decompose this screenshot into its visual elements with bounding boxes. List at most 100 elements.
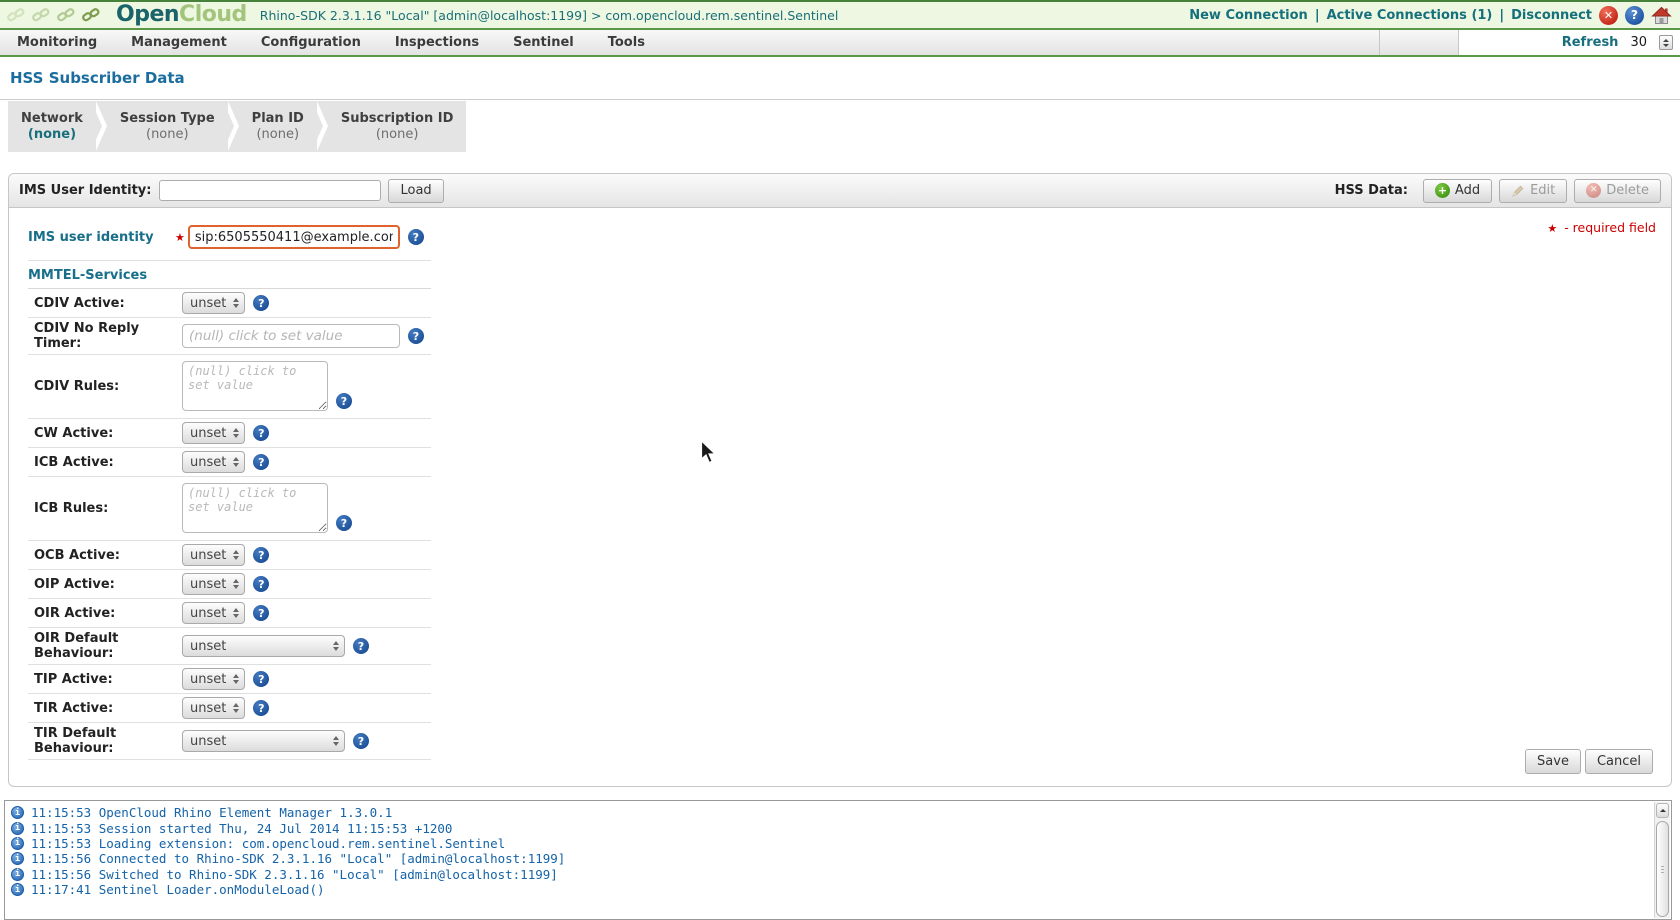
step-session-type[interactable]: Session Type (none)	[107, 101, 228, 152]
new-connection-link[interactable]: New Connection	[1189, 8, 1308, 23]
field-label: TIP Active:	[34, 671, 113, 687]
stepper-up-icon	[1663, 38, 1669, 42]
load-button[interactable]: Load	[388, 178, 444, 203]
help-icon[interactable]: ?	[253, 671, 270, 687]
ims-user-identity-search-input[interactable]	[159, 180, 382, 201]
log-scrollbar[interactable]	[1654, 802, 1670, 918]
step-value: (none)	[375, 126, 419, 142]
form-row-tir-default-behaviour: TIR Default Behaviour: unset ?	[28, 723, 431, 760]
field-label: ICB Active:	[34, 454, 114, 470]
tir-default-behaviour-select[interactable]: unset	[182, 730, 345, 752]
cdiv-active-select[interactable]: unset	[182, 292, 246, 314]
spinner-arrows-icon	[233, 674, 240, 684]
form-row-tip-active: TIP Active: unset ?	[28, 665, 431, 694]
info-icon: i	[11, 821, 24, 835]
add-button[interactable]: + Add	[1422, 178, 1493, 203]
form-row-cw-active: CW Active: unset ?	[28, 419, 431, 448]
scrollbar-thumb[interactable]	[1656, 821, 1669, 917]
spinner-arrows-icon	[233, 457, 240, 467]
form-row-icb-active: ICB Active: unset ?	[28, 448, 431, 477]
ims-user-identity-value-input[interactable]	[187, 225, 400, 249]
cw-active-select[interactable]: unset	[182, 422, 246, 444]
menu-inspections[interactable]: Inspections	[378, 35, 496, 50]
field-label: CDIV Rules:	[34, 378, 120, 394]
form-row-oip-active: OIP Active: unset ?	[28, 570, 431, 599]
help-icon[interactable]: ?	[253, 425, 270, 441]
scrollbar-up-button[interactable]	[1656, 803, 1669, 818]
cdiv-rules-textarea[interactable]	[182, 361, 328, 411]
active-connections-link[interactable]: Active Connections (1)	[1327, 8, 1493, 23]
tir-active-select[interactable]: unset	[182, 697, 246, 719]
help-icon[interactable]: ?	[353, 638, 369, 654]
menu-configuration[interactable]: Configuration	[244, 35, 378, 50]
refresh-interval-value[interactable]: 30	[1630, 35, 1647, 50]
save-button[interactable]: Save	[1525, 749, 1581, 774]
menu-management[interactable]: Management	[114, 35, 244, 50]
form-row-oir-default-behaviour: OIR Default Behaviour: unset ?	[28, 628, 431, 665]
step-subscription-id[interactable]: Subscription ID (none)	[328, 101, 467, 152]
help-icon[interactable]: ?	[336, 393, 352, 409]
refresh-link[interactable]: Refresh	[1562, 35, 1619, 50]
help-icon[interactable]: ?	[253, 576, 270, 592]
spinner-arrows-icon	[233, 550, 240, 560]
icb-rules-textarea[interactable]	[182, 483, 328, 533]
form-actions: Save Cancel	[1525, 749, 1653, 774]
help-icon[interactable]: ?	[407, 229, 424, 245]
help-icon[interactable]: ?	[408, 328, 424, 344]
form-row-icb-rules: ICB Rules: ?	[28, 477, 431, 541]
info-icon: i	[11, 867, 24, 881]
help-icon[interactable]: ?	[253, 295, 270, 311]
field-label: TIR Active:	[34, 700, 114, 716]
edit-button[interactable]: Edit	[1499, 178, 1568, 203]
cdiv-no-reply-timer-input[interactable]	[182, 324, 400, 348]
oir-active-select[interactable]: unset	[182, 602, 246, 624]
help-icon[interactable]: ?	[253, 454, 270, 470]
menu-sentinel[interactable]: Sentinel	[496, 35, 591, 50]
step-value: (none)	[146, 126, 189, 142]
tip-active-select[interactable]: unset	[182, 668, 246, 690]
help-icon[interactable]: ?	[1625, 5, 1644, 25]
step-plan-id[interactable]: Plan ID (none)	[239, 101, 317, 152]
spinner-arrows-icon	[233, 428, 240, 438]
log-line: i 11:15:56 Switched to Rhino-SDK 2.3.1.16…	[11, 867, 1651, 882]
add-icon: +	[1434, 183, 1450, 198]
home-icon[interactable]	[1651, 6, 1672, 25]
info-icon: i	[11, 806, 24, 820]
step-network[interactable]: Network (none)	[8, 101, 96, 152]
menu-tools[interactable]: Tools	[591, 35, 662, 50]
chevron-separator-icon	[311, 101, 328, 152]
refresh-cell: Refresh 30	[1458, 30, 1680, 55]
field-label: OCB Active:	[34, 547, 120, 563]
oip-active-select[interactable]: unset	[182, 573, 246, 595]
edit-pencil-icon	[1511, 184, 1525, 198]
link-separator: |	[1314, 7, 1320, 23]
opencloud-logo: OpenCloud	[116, 3, 247, 27]
icb-active-select[interactable]: unset	[182, 451, 246, 473]
help-icon[interactable]: ?	[253, 700, 270, 716]
delete-button[interactable]: ✕ Delete	[1574, 178, 1661, 203]
close-icon[interactable]: ✕	[1599, 5, 1618, 25]
log-line: i 11:15:53 Loading extension: com.openclo…	[11, 836, 1651, 851]
info-icon: i	[11, 852, 24, 866]
log-line: i 11:15:53 OpenCloud Rhino Element Manage…	[11, 805, 1651, 820]
help-icon[interactable]: ?	[253, 547, 270, 563]
chevron-separator-icon	[222, 101, 239, 152]
hss-subscriber-form-panel: IMS User Identity: Load HSS Data: + Add …	[8, 173, 1672, 787]
required-star-icon: ★	[175, 230, 185, 244]
chain-link-icon	[57, 8, 75, 22]
oir-default-behaviour-select[interactable]: unset	[182, 635, 345, 657]
form-row-oir-active: OIR Active: unset ?	[28, 599, 431, 628]
refresh-stepper[interactable]	[1659, 35, 1673, 50]
step-label: Plan ID	[251, 110, 304, 126]
step-value: (none)	[256, 126, 300, 142]
form-row-cdiv-rules: CDIV Rules: ?	[28, 355, 431, 419]
help-icon[interactable]: ?	[253, 605, 270, 621]
spinner-arrows-icon	[233, 703, 240, 713]
menu-monitoring[interactable]: Monitoring	[0, 35, 114, 50]
spinner-arrows-icon	[233, 579, 240, 589]
help-icon[interactable]: ?	[336, 515, 352, 531]
cancel-button[interactable]: Cancel	[1584, 749, 1653, 774]
disconnect-link[interactable]: Disconnect	[1511, 8, 1592, 23]
ocb-active-select[interactable]: unset	[182, 544, 246, 566]
help-icon[interactable]: ?	[353, 733, 369, 749]
